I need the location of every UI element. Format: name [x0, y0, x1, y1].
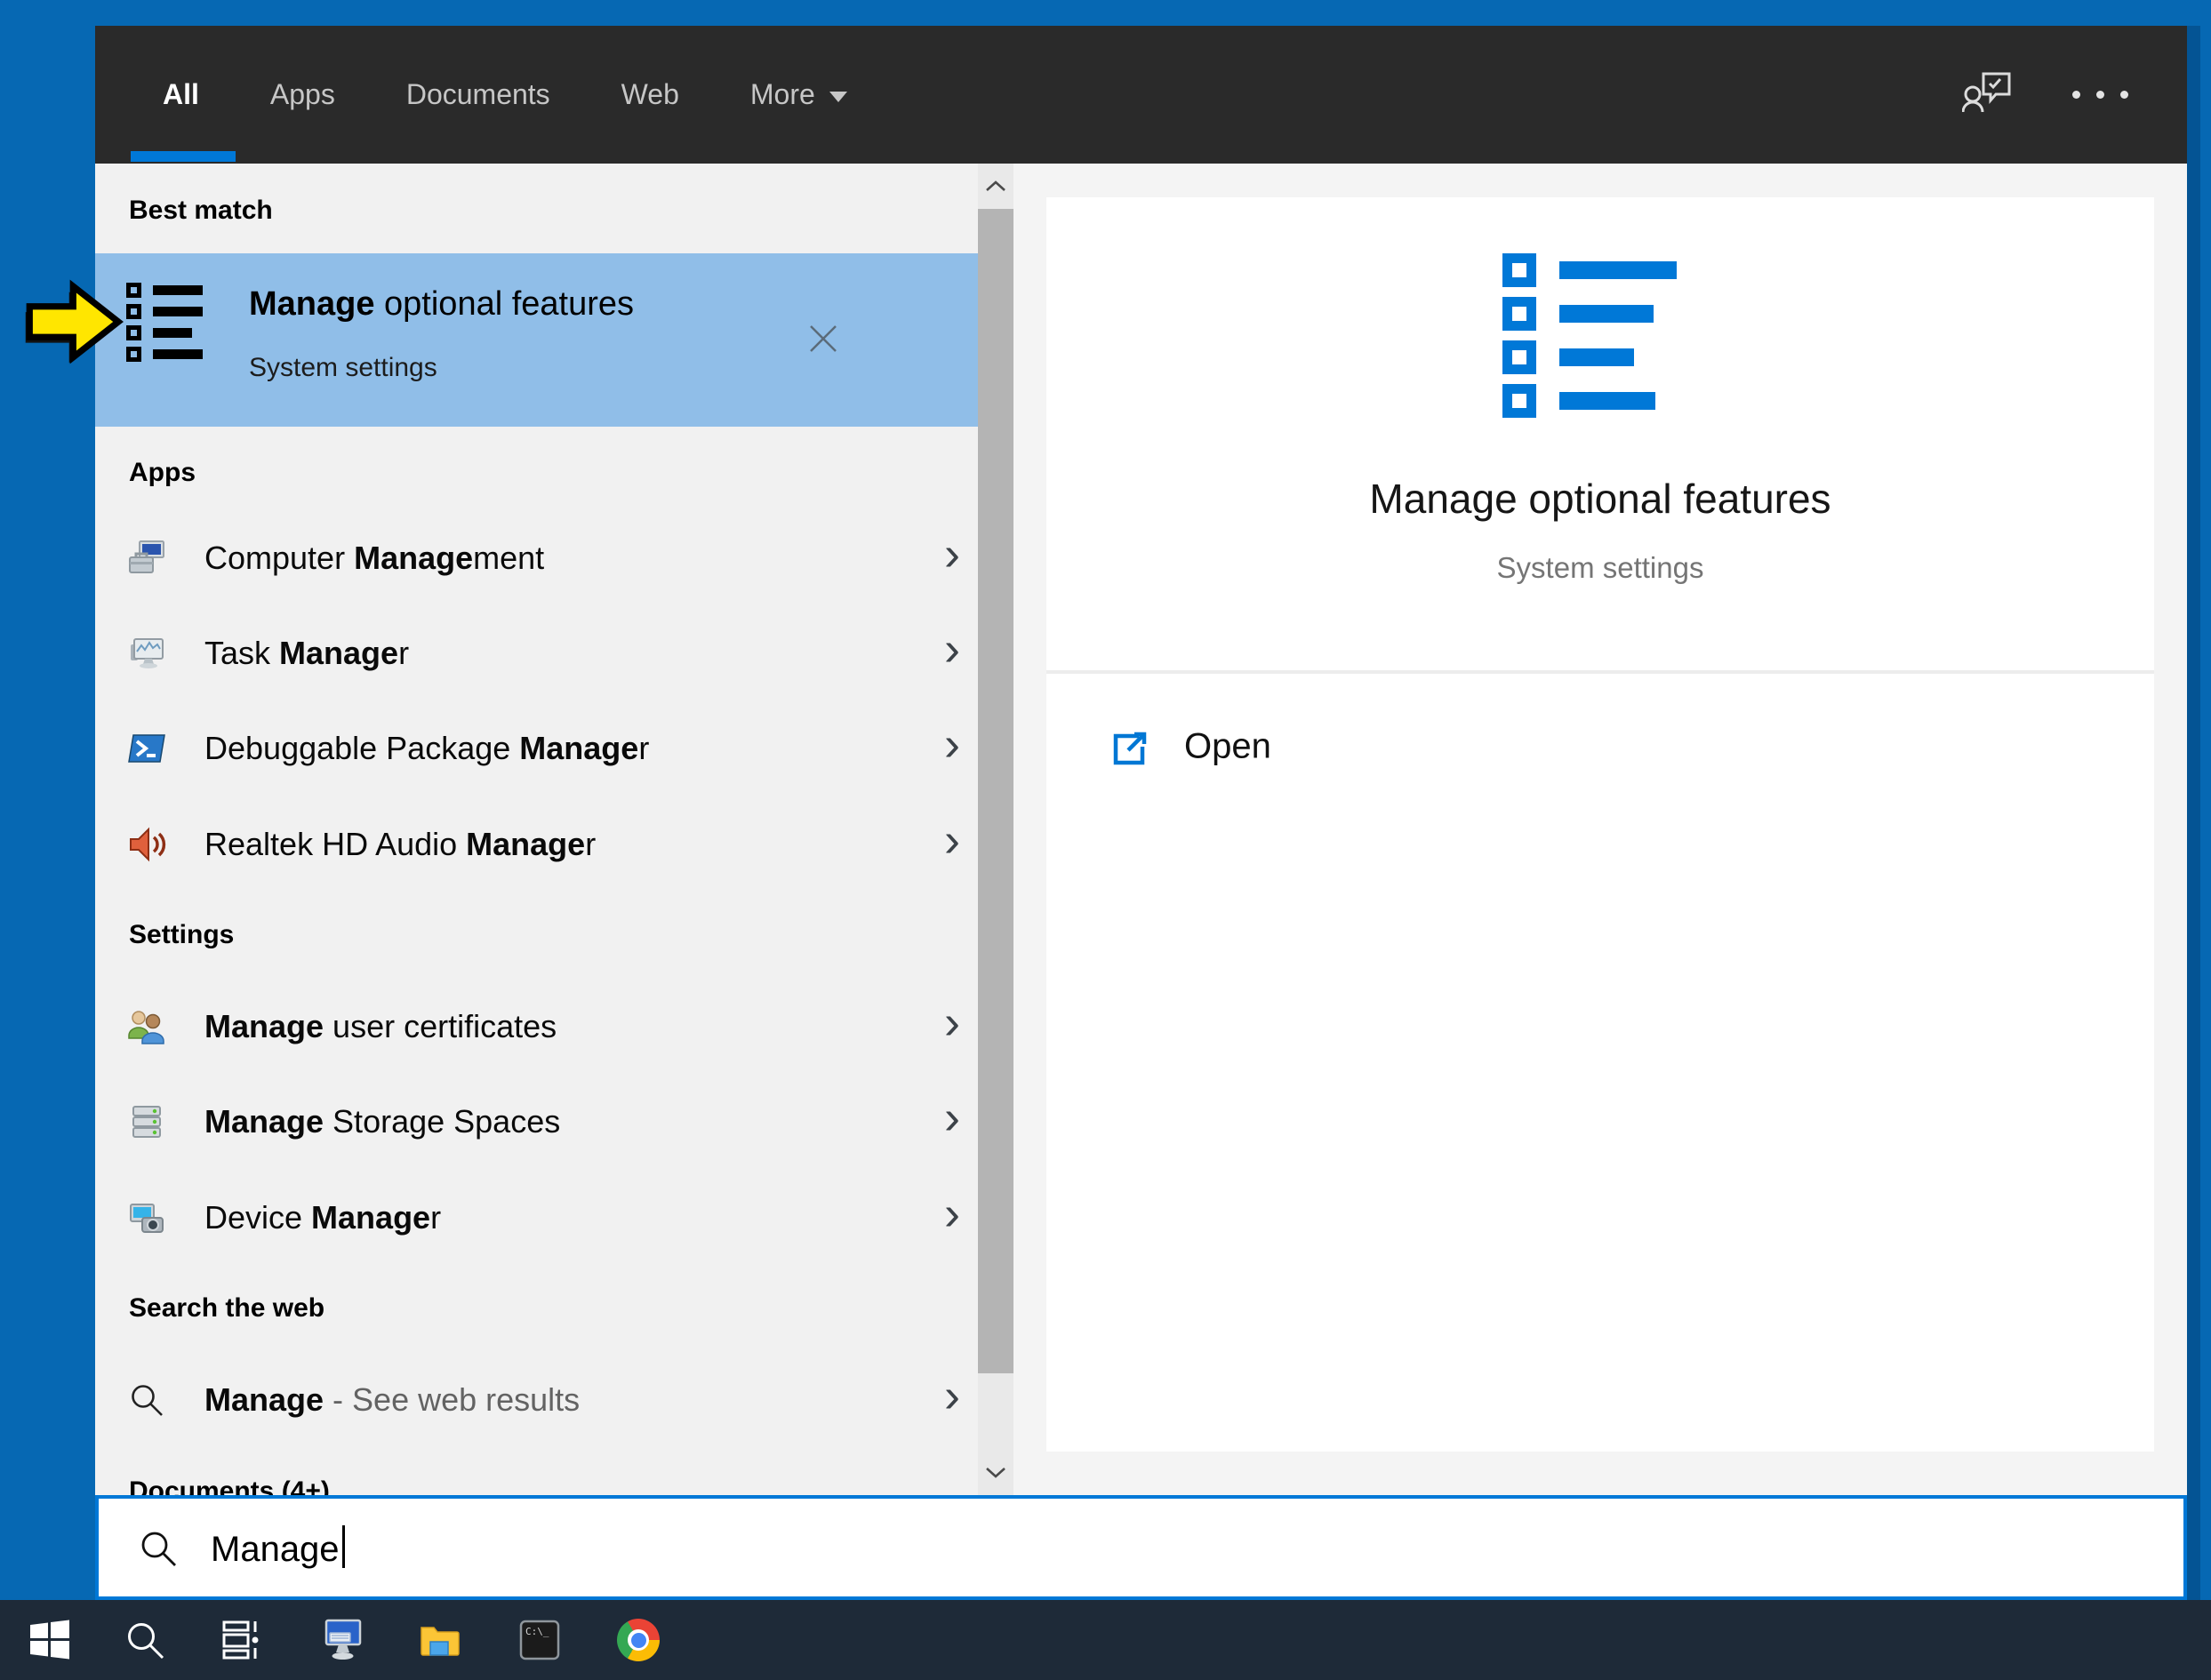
results-scrollbar[interactable]	[978, 164, 1013, 1495]
divider	[1046, 670, 2154, 674]
chevron-right-icon: ›	[944, 526, 960, 581]
chevron-right-icon: ›	[944, 621, 960, 676]
pc-keyboard-icon	[319, 1617, 365, 1663]
search-icon	[137, 1527, 180, 1570]
result-realtek-hd-audio-manager[interactable]: Realtek HD Audio Manager ›	[95, 802, 978, 887]
result-web-search[interactable]: Manage - See web results ›	[95, 1357, 978, 1443]
storage-spaces-icon	[127, 1102, 166, 1141]
search-query-text: Manage	[211, 1525, 345, 1570]
task-view-button[interactable]	[200, 1600, 280, 1680]
search-icon	[127, 1380, 166, 1420]
chevron-right-icon: ›	[944, 812, 960, 868]
tab-more[interactable]: More	[750, 78, 847, 111]
user-certificates-icon	[127, 1007, 166, 1046]
scroll-down-button[interactable]	[978, 1450, 1013, 1495]
close-icon	[807, 323, 839, 355]
start-button[interactable]	[10, 1600, 90, 1680]
search-flyout-window: All Apps Documents Web More	[95, 26, 2187, 1600]
best-match-result[interactable]: Manage optional features System settings	[95, 253, 978, 427]
tab-all[interactable]: All	[163, 78, 199, 111]
windows-logo-icon	[28, 1618, 72, 1662]
chrome-icon	[617, 1619, 660, 1661]
annotation-arrow-icon	[23, 272, 128, 372]
chevron-down-icon	[829, 92, 847, 102]
best-match-subtitle: System settings	[249, 353, 437, 383]
svg-text:C:\_: C:\_	[525, 1626, 549, 1637]
open-label: Open	[1184, 727, 1271, 767]
search-filter-header: All Apps Documents Web More	[95, 26, 2187, 164]
tab-more-label: More	[750, 78, 815, 111]
chevron-up-icon	[985, 180, 1006, 192]
remove-from-history-button[interactable]	[807, 323, 839, 355]
section-heading-settings: Settings	[129, 917, 234, 953]
result-manage-storage-spaces[interactable]: Manage Storage Spaces ›	[95, 1079, 978, 1164]
result-debuggable-package-manager[interactable]: Debuggable Package Manager ›	[95, 706, 978, 791]
chrome-button[interactable]	[598, 1600, 678, 1680]
result-label: Manage user certificates	[204, 1008, 557, 1045]
section-heading-documents: Documents (4+)	[129, 1474, 330, 1495]
realtek-audio-icon	[127, 825, 166, 864]
filter-tabs: All Apps Documents Web More	[163, 26, 847, 164]
task-manager-icon	[127, 634, 166, 673]
search-input[interactable]: Manage	[95, 1495, 2187, 1600]
search-icon	[123, 1618, 167, 1662]
preview-subtitle: System settings	[1046, 551, 2154, 585]
result-label: Computer Management	[204, 540, 544, 577]
results-content: Best match Manage optional features Syst…	[95, 164, 2187, 1495]
preview-title: Manage optional features	[1046, 475, 2154, 523]
result-label: Task Manager	[204, 635, 409, 672]
open-external-icon	[1109, 727, 1150, 768]
tab-apps[interactable]: Apps	[270, 78, 335, 111]
result-label: Device Manager	[204, 1199, 441, 1236]
scroll-up-button[interactable]	[978, 164, 1013, 209]
preview-panel: Manage optional features System settings…	[1013, 164, 2187, 1495]
result-device-manager[interactable]: Device Manager ›	[95, 1175, 978, 1260]
open-action[interactable]: Open	[1046, 706, 2154, 788]
taskbar: C:\_	[0, 1600, 2211, 1680]
scrollbar-thumb[interactable]	[978, 209, 1013, 1373]
result-label: Realtek HD Audio Manager	[204, 826, 596, 863]
remote-desktop-app-button[interactable]	[302, 1600, 382, 1680]
chevron-right-icon: ›	[944, 1090, 960, 1145]
more-options-button[interactable]	[2072, 91, 2128, 99]
file-explorer-button[interactable]	[399, 1600, 479, 1680]
section-heading-apps: Apps	[129, 455, 196, 491]
folder-icon	[417, 1618, 461, 1662]
preview-card: Manage optional features System settings…	[1046, 197, 2154, 1452]
tab-documents[interactable]: Documents	[406, 78, 550, 111]
result-label: Manage Storage Spaces	[204, 1103, 560, 1140]
chevron-right-icon: ›	[944, 716, 960, 772]
best-match-title: Manage optional features	[249, 285, 634, 324]
computer-management-icon	[127, 539, 166, 578]
result-manage-user-certificates[interactable]: Manage user certificates ›	[95, 984, 978, 1069]
taskbar-search-button[interactable]	[105, 1600, 185, 1680]
result-computer-management[interactable]: Computer Management ›	[95, 516, 978, 601]
task-view-icon	[218, 1618, 262, 1662]
console-icon: C:\_	[517, 1618, 562, 1662]
optional-features-list-icon	[126, 283, 203, 362]
chevron-right-icon: ›	[944, 995, 960, 1050]
result-label: Debuggable Package Manager	[204, 730, 649, 767]
ellipsis-icon	[2072, 91, 2128, 99]
section-heading-best-match: Best match	[129, 193, 273, 228]
desktop: { "flyout": { "tabs": { "all": "All", "a…	[0, 0, 2211, 1680]
command-prompt-button[interactable]: C:\_	[500, 1600, 580, 1680]
powershell-icon	[127, 729, 166, 768]
chevron-right-icon: ›	[944, 1368, 960, 1423]
tab-web[interactable]: Web	[621, 78, 679, 111]
result-task-manager[interactable]: Task Manager ›	[95, 611, 978, 696]
text-cursor	[342, 1525, 345, 1568]
results-panel: Best match Manage optional features Syst…	[95, 164, 978, 1495]
feedback-button[interactable]	[1962, 69, 2014, 121]
chevron-right-icon: ›	[944, 1186, 960, 1241]
optional-features-large-icon	[1502, 253, 1689, 418]
section-heading-search-web: Search the web	[129, 1291, 324, 1326]
chevron-down-icon	[985, 1467, 1006, 1478]
device-manager-icon	[127, 1198, 166, 1237]
user-feedback-icon	[1962, 69, 2014, 121]
active-tab-indicator	[131, 151, 236, 162]
result-label: Manage - See web results	[204, 1381, 580, 1419]
